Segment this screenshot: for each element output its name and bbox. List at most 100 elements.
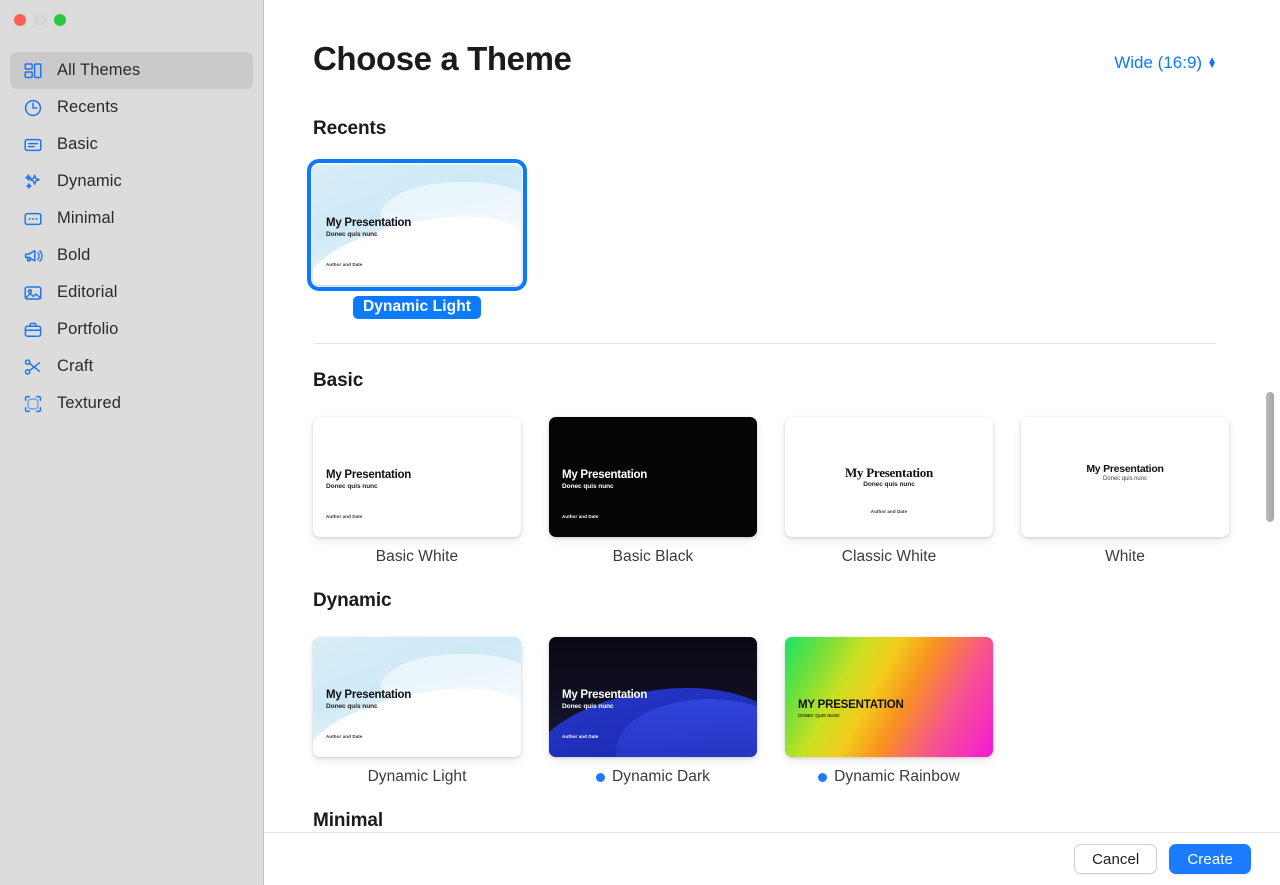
sidebar-item-basic[interactable]: Basic	[10, 126, 253, 163]
sidebar-item-label: Textured	[57, 394, 122, 412]
theme-name-badge: Dynamic Light	[352, 296, 482, 319]
theme-card-dynamic-dark[interactable]: My Presentation Donec quis nunc Author a…	[549, 637, 757, 786]
theme-name: Dynamic Light	[367, 768, 467, 785]
slide-title: My Presentation	[1086, 463, 1164, 475]
window-controls	[0, 0, 263, 40]
section-title-minimal: Minimal	[313, 810, 384, 831]
theme-thumbnail: My Presentation Donec quis nunc Author a…	[549, 417, 757, 537]
theme-thumbnail: My Presentation Donec quis nunc Author a…	[785, 417, 993, 537]
theme-thumbnail: My Presentation Donec quis nunc Author a…	[313, 637, 521, 757]
theme-grid-recents: My Presentation Donec quis nunc Author a…	[307, 159, 1280, 319]
sparkles-icon	[22, 171, 44, 193]
slide-title: My Presentation	[326, 217, 412, 229]
theme-name: Dynamic Dark	[612, 768, 710, 785]
sidebar-item-label: All Themes	[57, 61, 141, 79]
sidebar-item-label: Minimal	[57, 209, 115, 227]
theme-card-basic-white[interactable]: My Presentation Donec quis nunc Author a…	[313, 417, 521, 566]
theme-grid-basic: My Presentation Donec quis nunc Author a…	[313, 417, 1280, 566]
clock-icon	[22, 97, 44, 119]
slide-title: My Presentation	[844, 465, 934, 480]
theme-thumbnail: My Presentation Donec quis nunc Author a…	[549, 637, 757, 757]
sidebar-item-portfolio[interactable]: Portfolio	[10, 311, 253, 348]
sidebar-item-label: Craft	[57, 357, 94, 375]
slide-subtitle: DONEC QUIS NUNC	[798, 713, 841, 718]
textbox-icon	[22, 134, 44, 156]
download-badge-dot	[818, 772, 828, 782]
slide-subtitle: Donec quis nunc	[863, 481, 915, 488]
theme-name: White	[1105, 548, 1145, 565]
minimize-button[interactable]	[34, 14, 46, 26]
theme-name: Basic Black	[612, 548, 694, 565]
theme-chooser-window: All Themes Recents Basic Dynamic Minimal…	[0, 0, 1280, 885]
sidebar-item-minimal[interactable]: Minimal	[10, 200, 253, 237]
theme-name: Dynamic Rainbow	[834, 768, 960, 785]
maximize-button[interactable]	[54, 14, 66, 26]
section-title-dynamic: Dynamic	[313, 590, 392, 611]
sidebar-item-textured[interactable]: Textured	[10, 385, 253, 422]
slide-footer: Author and Date	[326, 514, 363, 519]
slide-subtitle: Donec quis nunc	[562, 703, 614, 710]
theme-name: Classic White	[841, 548, 937, 565]
sidebar-list: All Themes Recents Basic Dynamic Minimal…	[0, 40, 263, 422]
sidebar-item-craft[interactable]: Craft	[10, 348, 253, 385]
slide-footer: Author and Date	[562, 734, 599, 739]
theme-card-classic-white[interactable]: My Presentation Donec quis nunc Author a…	[785, 417, 993, 566]
slide-footer: Author and Date	[326, 262, 363, 267]
frame-icon	[22, 393, 44, 415]
theme-card-white[interactable]: My Presentation Donec quis nunc White	[1021, 417, 1229, 566]
close-button[interactable]	[14, 14, 26, 26]
download-badge-dot	[596, 772, 606, 782]
grid-icon	[22, 60, 44, 82]
aspect-ratio-dropdown[interactable]: Wide (16:9) ▲ ▼	[1114, 53, 1217, 73]
sidebar-item-bold[interactable]: Bold	[10, 237, 253, 274]
slide-title: My Presentation	[562, 469, 648, 481]
aspect-ratio-label: Wide (16:9)	[1114, 53, 1203, 72]
vertical-scrollbar[interactable]	[1266, 392, 1274, 522]
slide-title: My Presentation	[326, 689, 412, 701]
slide-title: My Presentation	[326, 469, 412, 481]
slide-subtitle: Donec quis nunc	[1103, 476, 1147, 482]
slide-footer: Author and Date	[326, 734, 363, 739]
sidebar-item-label: Basic	[57, 135, 98, 153]
sidebar-item-dynamic[interactable]: Dynamic	[10, 163, 253, 200]
cancel-button[interactable]: Cancel	[1074, 844, 1158, 874]
slide-footer: Author and Date	[870, 509, 908, 514]
chevron-updown-icon: ▲ ▼	[1207, 55, 1217, 71]
section-divider	[314, 343, 1216, 344]
section-title-basic: Basic	[313, 370, 364, 391]
sidebar-item-recents[interactable]: Recents	[10, 89, 253, 126]
dialog-footer: Cancel Create	[264, 832, 1280, 885]
slide-subtitle: Donec quis nunc	[326, 703, 378, 710]
theme-name: Basic White	[375, 548, 459, 565]
theme-card-dynamic-light[interactable]: My Presentation Donec quis nunc Author a…	[313, 637, 521, 786]
theme-thumbnail: My Presentation Donec quis nunc Author a…	[313, 165, 521, 285]
slide-subtitle: Donec quis nunc	[562, 483, 614, 490]
theme-scroll-area[interactable]: Choose a Theme Wide (16:9) ▲ ▼ Recents M…	[264, 0, 1280, 832]
section-title-recents: Recents	[313, 118, 387, 139]
sidebar: All Themes Recents Basic Dynamic Minimal…	[0, 0, 264, 885]
sidebar-item-label: Portfolio	[57, 320, 119, 338]
create-button[interactable]: Create	[1169, 844, 1251, 874]
slide-subtitle: Donec quis nunc	[326, 231, 378, 238]
briefcase-icon	[22, 319, 44, 341]
sidebar-item-label: Dynamic	[57, 172, 122, 190]
theme-thumbnail: My Presentation Donec quis nunc Author a…	[313, 417, 521, 537]
slide-title: My Presentation	[562, 689, 648, 701]
sidebar-item-label: Bold	[57, 246, 91, 264]
dots-box-icon	[22, 208, 44, 230]
megaphone-icon	[22, 245, 44, 267]
theme-card-dynamic-rainbow[interactable]: MY PRESENTATION DONEC QUIS NUNC Dynamic …	[785, 637, 993, 786]
sidebar-item-editorial[interactable]: Editorial	[10, 274, 253, 311]
theme-card-dynamic-light-recent[interactable]: My Presentation Donec quis nunc Author a…	[307, 159, 527, 319]
page-title: Choose a Theme	[313, 40, 572, 77]
sidebar-item-label: Recents	[57, 98, 119, 116]
theme-grid-dynamic: My Presentation Donec quis nunc Author a…	[313, 637, 1280, 786]
sidebar-item-label: Editorial	[57, 283, 118, 301]
slide-subtitle: Donec quis nunc	[326, 483, 378, 490]
scissors-icon	[22, 356, 44, 378]
sidebar-item-all-themes[interactable]: All Themes	[10, 52, 253, 89]
theme-thumbnail: MY PRESENTATION DONEC QUIS NUNC	[785, 637, 993, 757]
theme-card-basic-black[interactable]: My Presentation Donec quis nunc Author a…	[549, 417, 757, 566]
main-panel: Choose a Theme Wide (16:9) ▲ ▼ Recents M…	[264, 0, 1280, 885]
theme-thumbnail: My Presentation Donec quis nunc	[1021, 417, 1229, 537]
